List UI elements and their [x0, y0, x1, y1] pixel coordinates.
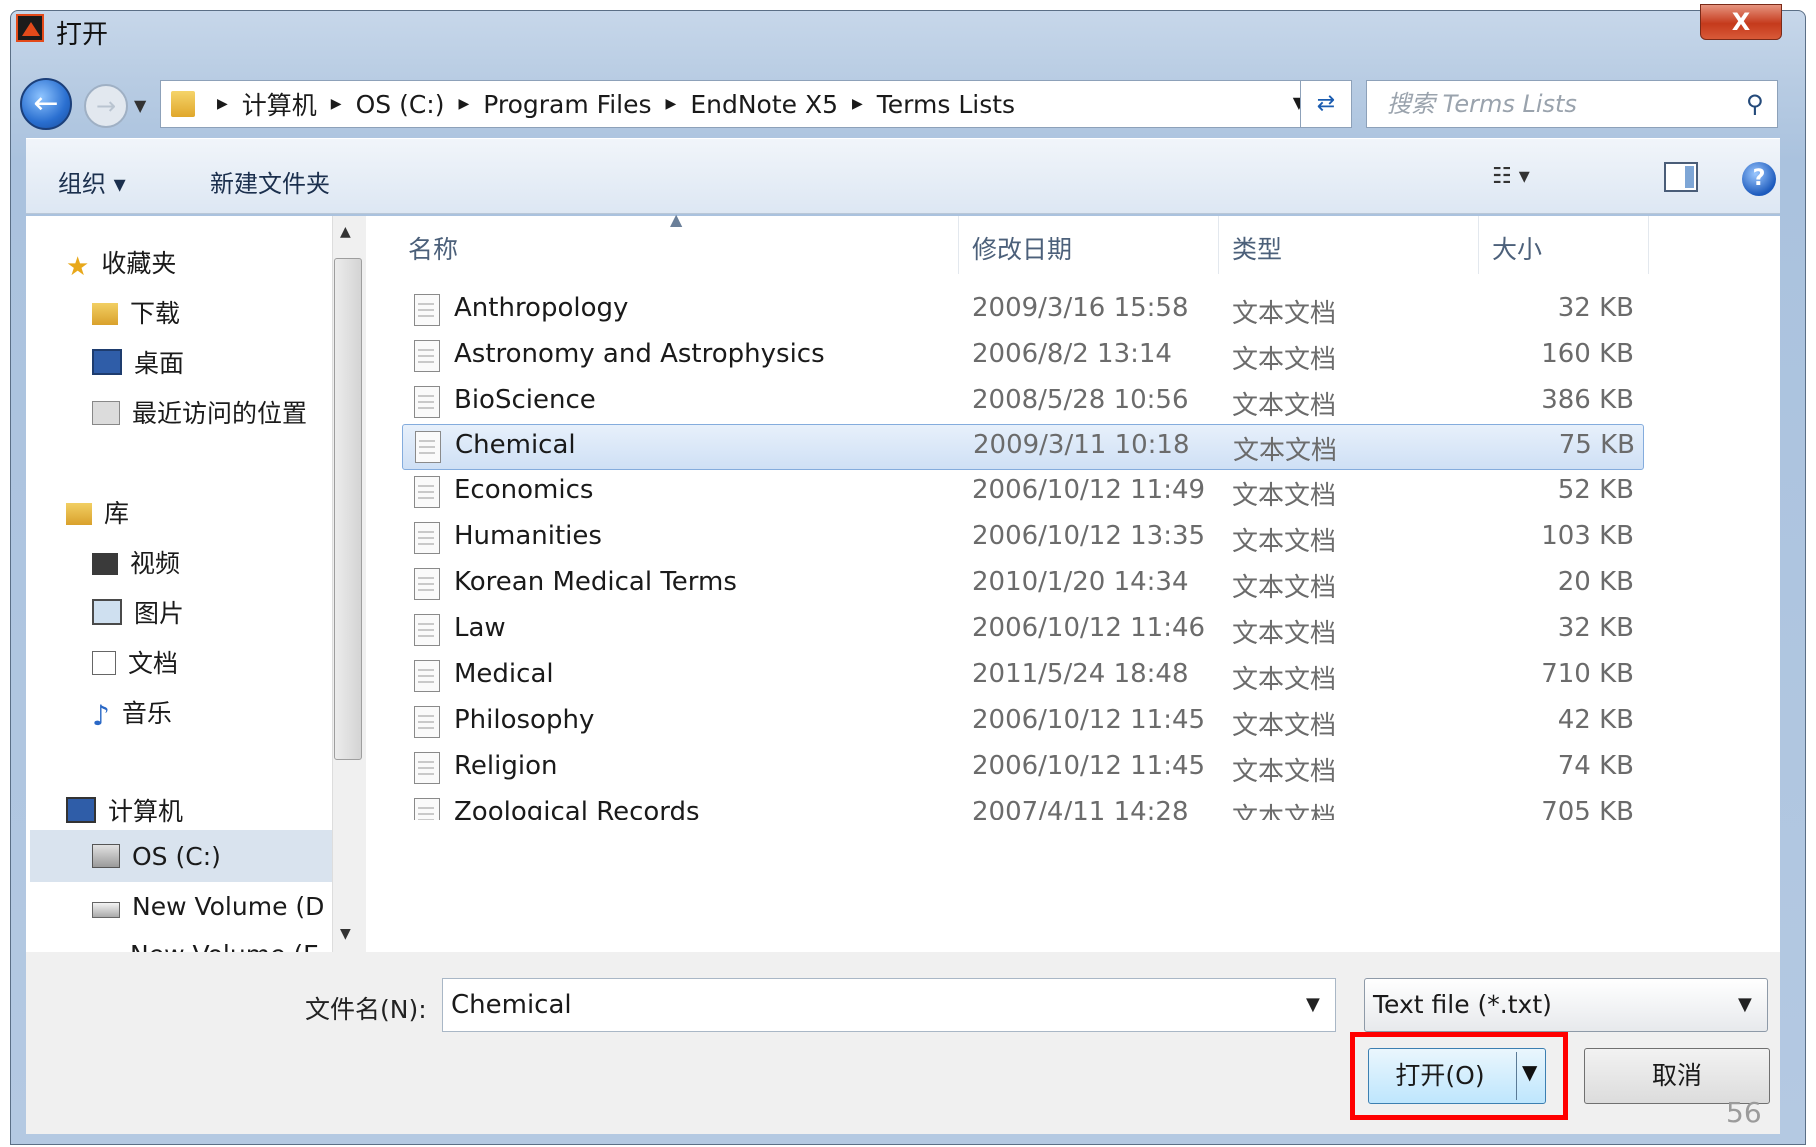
- computer-icon: [66, 797, 96, 823]
- desktop-icon: [92, 349, 122, 375]
- drive-icon: [92, 902, 120, 918]
- file-row[interactable]: BioScience 2008/5/28 10:56 文本文档 386 KB: [402, 380, 1642, 424]
- text-file-icon: [414, 294, 440, 326]
- column-size[interactable]: 大小: [1492, 230, 1542, 266]
- help-icon[interactable]: ?: [1742, 162, 1776, 196]
- breadcrumb-arrow-icon[interactable]: ▶: [458, 96, 469, 112]
- file-row[interactable]: Anthropology 2009/3/16 15:58 文本文档 32 KB: [402, 288, 1642, 332]
- text-file-icon: [414, 614, 440, 646]
- breadcrumb-arrow-icon[interactable]: ▶: [666, 96, 677, 112]
- file-row[interactable]: Law 2006/10/12 11:46 文本文档 32 KB: [402, 608, 1642, 652]
- window-title: 打开: [56, 20, 109, 50]
- column-name[interactable]: 名称: [408, 230, 458, 266]
- preview-pane-icon[interactable]: [1664, 162, 1698, 192]
- star-icon: ★: [66, 252, 90, 282]
- text-file-icon: [414, 476, 440, 508]
- breadcrumb-terms-lists[interactable]: Terms Lists: [877, 90, 1015, 119]
- back-button[interactable]: ←: [20, 78, 72, 130]
- file-row[interactable]: Zoological Records 2007/4/11 14:28 文本文档 …: [402, 792, 1642, 820]
- folder-icon: [171, 91, 195, 117]
- forward-button[interactable]: →: [84, 84, 128, 128]
- annotation-highlight-box: [1350, 1032, 1568, 1120]
- close-button[interactable]: X: [1700, 4, 1782, 40]
- downloads-folder-icon: [92, 303, 118, 325]
- file-row[interactable]: Religion 2006/10/12 11:45 文本文档 74 KB: [402, 746, 1642, 790]
- arrow-left-icon: ←: [33, 86, 59, 121]
- nav-drive-c[interactable]: OS (C:): [92, 842, 221, 871]
- file-row[interactable]: Economics 2006/10/12 11:49 文本文档 52 KB: [402, 470, 1642, 514]
- organize-menu[interactable]: 组织 ▾: [58, 164, 126, 199]
- text-file-icon: [414, 386, 440, 418]
- breadcrumb-endnote[interactable]: EndNote X5: [690, 90, 838, 119]
- nav-documents[interactable]: 文档: [92, 644, 178, 680]
- refresh-button[interactable]: ⇄: [1300, 80, 1352, 128]
- column-type[interactable]: 类型: [1232, 230, 1282, 266]
- system-drive-icon: [92, 844, 120, 868]
- nav-computer[interactable]: 计算机: [66, 792, 183, 828]
- column-divider[interactable]: [1218, 216, 1219, 274]
- file-row[interactable]: Philosophy 2006/10/12 11:45 文本文档 42 KB: [402, 700, 1642, 744]
- file-type-select[interactable]: Text file (*.txt): [1364, 978, 1768, 1032]
- drive-icon: [92, 944, 118, 952]
- breadcrumb-arrow-icon[interactable]: ▶: [331, 96, 342, 112]
- documents-icon: [92, 651, 116, 675]
- text-file-icon: [414, 568, 440, 600]
- column-divider[interactable]: [958, 216, 959, 274]
- breadcrumb-arrow-icon[interactable]: ▶: [852, 96, 863, 112]
- file-row-selected[interactable]: Chemical 2009/3/11 10:18 文本文档 75 KB: [402, 424, 1644, 470]
- recent-pages-dropdown[interactable]: ▼: [134, 96, 146, 115]
- file-row[interactable]: Astronomy and Astrophysics 2006/8/2 13:1…: [402, 334, 1642, 378]
- page-number: 56: [1726, 1096, 1762, 1129]
- breadcrumb-arrow-icon[interactable]: ▶: [217, 96, 228, 112]
- nav-videos[interactable]: 视频: [92, 544, 180, 580]
- video-icon: [92, 553, 118, 575]
- view-options-button[interactable]: ☷ ▾: [1492, 164, 1530, 189]
- nav-drive-d[interactable]: New Volume (D: [92, 892, 324, 921]
- text-file-icon: [414, 660, 440, 692]
- app-icon: [16, 14, 44, 42]
- breadcrumb-drive[interactable]: OS (C:): [356, 90, 445, 119]
- library-icon: [66, 503, 92, 525]
- column-divider[interactable]: [1478, 216, 1479, 274]
- breadcrumb-computer[interactable]: 计算机: [242, 86, 317, 122]
- address-bar[interactable]: ▶ 计算机 ▶ OS (C:) ▶ Program Files ▶ EndNot…: [160, 80, 1326, 128]
- file-row[interactable]: Korean Medical Terms 2010/1/20 14:34 文本文…: [402, 562, 1642, 606]
- column-modified[interactable]: 修改日期: [972, 230, 1072, 266]
- search-icon[interactable]: ⚲: [1746, 90, 1764, 118]
- breadcrumb-program-files[interactable]: Program Files: [483, 90, 651, 119]
- recent-places-icon: [92, 401, 120, 425]
- file-row[interactable]: Humanities 2006/10/12 13:35 文本文档 103 KB: [402, 516, 1642, 560]
- file-row[interactable]: Medical 2011/5/24 18:48 文本文档 710 KB: [402, 654, 1642, 698]
- filename-input[interactable]: Chemical: [442, 978, 1336, 1032]
- nav-recent-places[interactable]: 最近访问的位置: [92, 394, 307, 430]
- text-file-icon: [414, 798, 440, 820]
- nav-downloads[interactable]: 下载: [92, 294, 180, 330]
- pictures-icon: [92, 599, 122, 625]
- sort-ascending-icon: ▲: [670, 210, 683, 229]
- text-file-icon: [414, 752, 440, 784]
- arrow-right-icon: →: [95, 92, 117, 120]
- nav-drive-e[interactable]: New Volume (E: [92, 940, 319, 952]
- nav-favorites[interactable]: ★ 收藏夹: [66, 244, 176, 282]
- nav-pictures[interactable]: 图片: [92, 594, 184, 630]
- nav-music[interactable]: ♪ 音乐: [92, 694, 172, 732]
- music-icon: ♪: [92, 699, 110, 732]
- scroll-up-icon[interactable]: ▲: [340, 224, 351, 240]
- text-file-icon: [414, 522, 440, 554]
- text-file-icon: [414, 340, 440, 372]
- nav-scrollbar-thumb[interactable]: [334, 258, 362, 760]
- refresh-icon: ⇄: [1316, 91, 1336, 116]
- new-folder-button[interactable]: 新建文件夹: [210, 164, 330, 199]
- filename-dropdown-icon[interactable]: ▼: [1306, 994, 1320, 1015]
- nav-desktop[interactable]: 桌面: [92, 344, 184, 380]
- scroll-down-icon[interactable]: ▼: [340, 926, 351, 942]
- text-file-icon: [415, 431, 441, 463]
- file-type-dropdown-icon[interactable]: ▼: [1738, 994, 1752, 1015]
- text-file-icon: [414, 706, 440, 738]
- nav-libraries[interactable]: 库: [66, 494, 129, 530]
- search-input[interactable]: 搜索 Terms Lists: [1366, 80, 1778, 128]
- filename-label: 文件名(N):: [305, 995, 427, 1024]
- column-divider[interactable]: [1648, 216, 1649, 274]
